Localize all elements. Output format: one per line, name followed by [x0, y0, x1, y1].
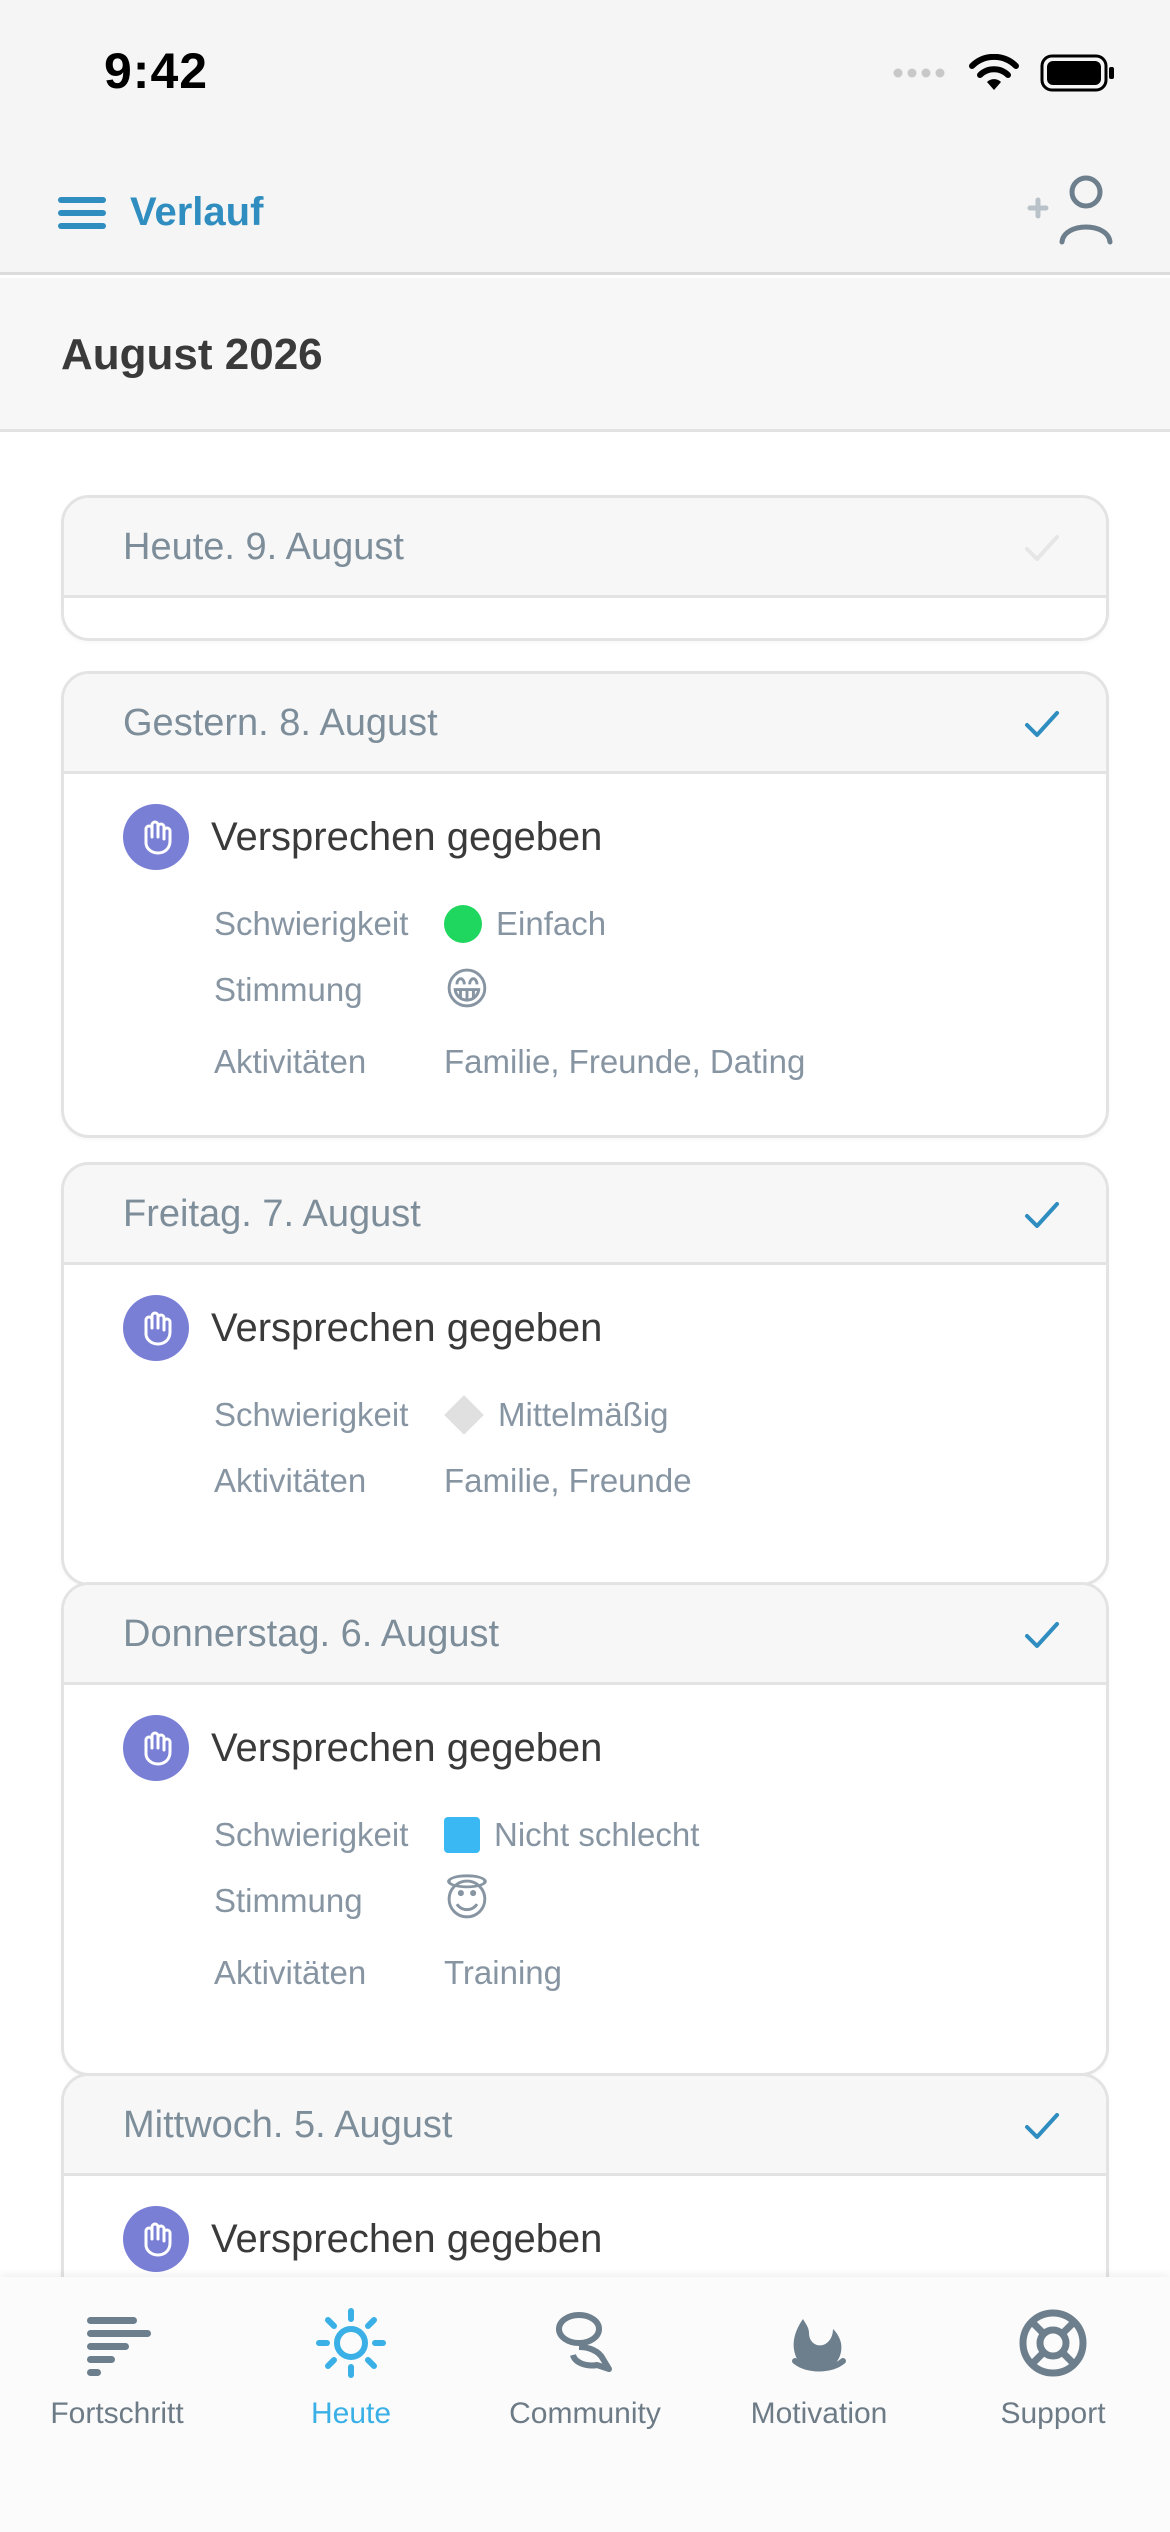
- promise-hand-icon: [123, 1715, 189, 1781]
- month-header: August 2026: [0, 278, 1170, 432]
- day-card-friday[interactable]: Freitag. 7. August Versprechen gegeben S…: [61, 1162, 1109, 1586]
- flame-icon: [792, 2319, 846, 2372]
- entry[interactable]: Versprechen gegeben Schwierigkeit Mittel…: [64, 1265, 1106, 1513]
- add-user-button[interactable]: [1024, 172, 1120, 248]
- activities-row: Aktivitäten Training: [64, 1941, 1106, 2005]
- tab-bar: Fortschritt Heute Community Motivation S…: [0, 2277, 1170, 2532]
- day-header: Freitag. 7. August: [64, 1165, 1106, 1265]
- difficulty-row: Schwierigkeit Mittelmäßig: [64, 1383, 1106, 1447]
- activities-row: Aktivitäten Familie, Freunde: [64, 1449, 1106, 1513]
- day-label: Donnerstag. 6. August: [123, 1613, 500, 1655]
- difficulty-value: Einfach: [496, 905, 607, 942]
- difficulty-row: Schwierigkeit Einfach: [64, 892, 1106, 956]
- day-header: Mittwoch. 5. August: [64, 2076, 1106, 2176]
- difficulty-label: Schwierigkeit: [214, 905, 409, 942]
- chat-bubbles-icon: [556, 2312, 612, 2372]
- tab-fortschritt[interactable]: Fortschritt: [0, 2307, 234, 2457]
- activities-value: Familie, Freunde: [444, 1462, 692, 1499]
- entry-title: Versprechen gegeben: [211, 1725, 603, 1770]
- tab-label: Fortschritt: [50, 2397, 184, 2430]
- entry-title: Versprechen gegeben: [211, 2216, 603, 2261]
- mood-label: Stimmung: [214, 971, 363, 1008]
- promise-hand-icon: [123, 2206, 189, 2272]
- mood-emoji: 😁: [444, 965, 490, 1014]
- day-label: Freitag. 7. August: [123, 1193, 421, 1235]
- wifi-icon: [969, 54, 1019, 90]
- difficulty-not-bad-marker: [444, 1817, 480, 1853]
- menu-button[interactable]: Verlauf: [58, 190, 263, 235]
- status-bar: 9:42: [0, 0, 1170, 150]
- difficulty-easy-marker: [444, 905, 482, 943]
- promise-hand-icon: [123, 804, 189, 870]
- check-icon: [1025, 535, 1059, 561]
- day-label: Mittwoch. 5. August: [123, 2104, 453, 2146]
- mood-row: Stimmung 😇: [64, 1869, 1106, 1933]
- sun-icon: [316, 2308, 386, 2378]
- add-user-icon: [1027, 175, 1113, 245]
- mood-label: Stimmung: [214, 1882, 363, 1919]
- tab-heute[interactable]: Heute: [234, 2307, 468, 2457]
- check-icon: [1025, 1622, 1059, 1648]
- tab-community[interactable]: Community: [468, 2307, 702, 2457]
- difficulty-row: Schwierigkeit Nicht schlecht: [64, 1803, 1106, 1867]
- entry-title: Versprechen gegeben: [211, 1305, 603, 1350]
- day-card-yesterday[interactable]: Gestern. 8. August Versprechen gegeben S…: [61, 671, 1109, 1138]
- activities-value: Training: [444, 1954, 562, 1991]
- activities-label: Aktivitäten: [214, 1954, 367, 1991]
- mood-row: Stimmung 😁: [64, 958, 1106, 1022]
- activities-label: Aktivitäten: [214, 1462, 367, 1499]
- entry[interactable]: Versprechen gegeben: [64, 2176, 1106, 2272]
- activities-value: Familie, Freunde, Dating: [444, 1043, 806, 1080]
- tab-label: Motivation: [750, 2397, 888, 2430]
- difficulty-medium-marker: [444, 1395, 484, 1435]
- status-time: 9:42: [104, 43, 209, 99]
- day-label: Gestern. 8. August: [123, 702, 438, 744]
- mood-emoji: 😇: [444, 1876, 490, 1925]
- entry-title: Versprechen gegeben: [211, 814, 603, 859]
- day-header: Heute. 9. August: [64, 498, 1106, 598]
- activities-row: Aktivitäten Familie, Freunde, Dating: [64, 1030, 1106, 1094]
- check-icon: [1025, 711, 1059, 737]
- tab-label: Heute: [310, 2397, 392, 2430]
- month-title: August 2026: [61, 330, 323, 379]
- tab-support[interactable]: Support: [936, 2307, 1170, 2457]
- day-header: Gestern. 8. August: [64, 674, 1106, 774]
- page-title: Verlauf: [130, 190, 264, 234]
- lifebuoy-icon: [1019, 2309, 1087, 2377]
- progress-bars-icon: [87, 2317, 151, 2376]
- day-header: Donnerstag. 6. August: [64, 1585, 1106, 1685]
- cellular-signal-icon: [893, 68, 945, 78]
- difficulty-value: Nicht schlecht: [494, 1816, 700, 1853]
- activities-label: Aktivitäten: [214, 1043, 367, 1080]
- tab-label: Community: [509, 2397, 661, 2430]
- day-card-thursday[interactable]: Donnerstag. 6. August Versprechen gegebe…: [61, 1582, 1109, 2076]
- battery-icon: [1040, 54, 1114, 92]
- entry[interactable]: Versprechen gegeben Schwierigkeit Nicht …: [64, 1685, 1106, 2005]
- day-card-wednesday[interactable]: Mittwoch. 5. August Versprechen gegeben: [61, 2073, 1109, 2277]
- hamburger-icon: [58, 196, 106, 229]
- difficulty-label: Schwierigkeit: [214, 1396, 409, 1433]
- promise-hand-icon: [123, 1295, 189, 1361]
- difficulty-value: Mittelmäßig: [498, 1396, 669, 1433]
- day-label: Heute. 9. August: [123, 526, 404, 568]
- nav-bar: Verlauf: [0, 150, 1170, 275]
- tab-motivation[interactable]: Motivation: [702, 2307, 936, 2457]
- check-icon: [1025, 2113, 1059, 2139]
- tab-label: Support: [1000, 2397, 1106, 2430]
- difficulty-label: Schwierigkeit: [214, 1816, 409, 1853]
- history-feed[interactable]: Heute. 9. August Gestern. 8. August Vers…: [0, 435, 1170, 2277]
- check-icon: [1025, 1202, 1059, 1228]
- entry[interactable]: Versprechen gegeben Schwierigkeit Einfac…: [64, 774, 1106, 1094]
- status-icons: [892, 54, 1116, 92]
- day-card-today[interactable]: Heute. 9. August: [61, 495, 1109, 641]
